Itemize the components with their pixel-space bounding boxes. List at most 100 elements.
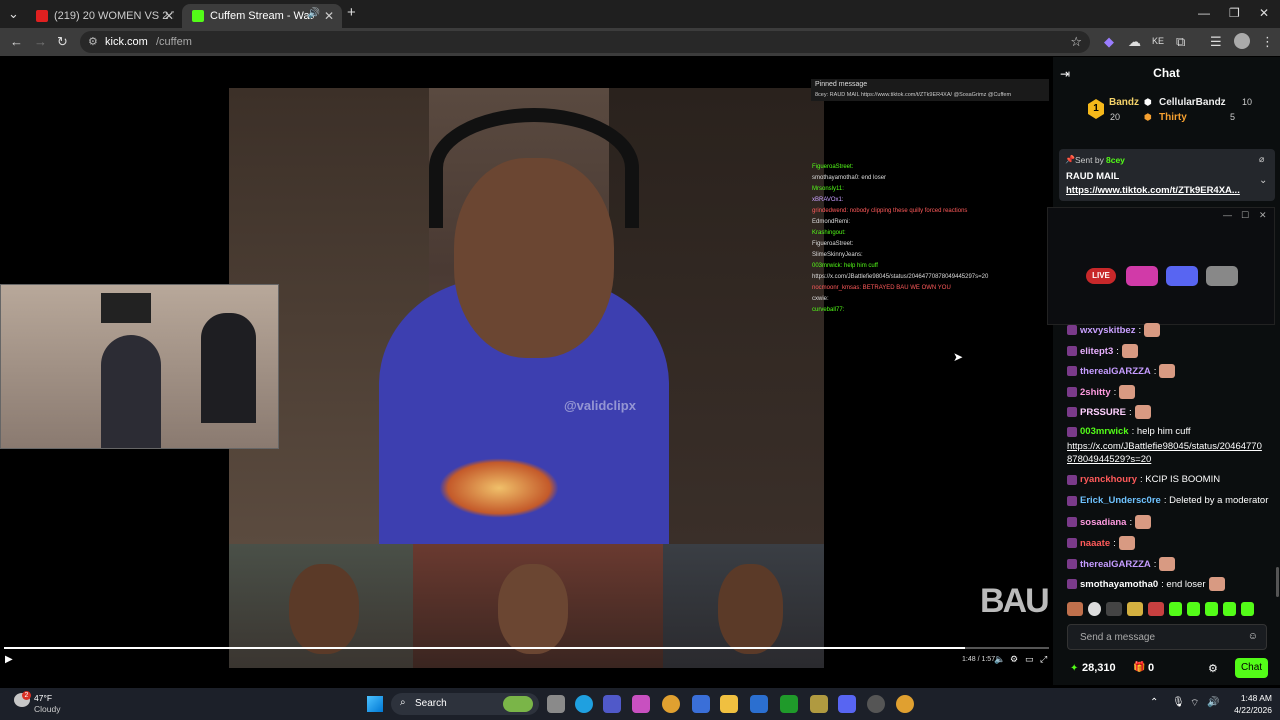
chat-message[interactable]: therealGARZZA: [1067,557,1176,571]
chat-username[interactable]: therealGARZZA [1080,559,1151,570]
extension-ke-icon[interactable]: KE [1152,36,1164,46]
chat-username[interactable]: elitept3 [1080,346,1113,357]
bookmark-star-icon[interactable]: ☆ [1070,34,1082,50]
app-icon[interactable] [867,695,885,713]
tab-search-chevron-icon[interactable]: ⌄ [8,6,19,22]
chat-username[interactable]: 003mrwick [1080,426,1129,437]
edge-icon[interactable] [575,695,593,713]
send-chat-button[interactable]: Chat [1235,658,1268,678]
emoji-picker-icon[interactable]: ☺ [1248,631,1258,642]
chat-message[interactable]: smothayamotha0: end loser [1067,577,1225,591]
chat-message[interactable]: 87804944529?s=20 [1067,454,1151,465]
copilot-icon[interactable] [632,695,650,713]
popup-minimize-icon[interactable]: — [1223,210,1232,220]
chat-message[interactable]: therealGARZZA: [1067,364,1176,378]
maximize-window-icon[interactable]: ❐ [1229,6,1240,20]
chat-username[interactable]: sosadiana [1080,517,1126,528]
chat-username[interactable]: ryanckhoury [1080,474,1137,485]
discord-taskbar-icon[interactable] [838,695,856,713]
leaderboard-name[interactable]: Thirty [1159,112,1187,123]
chat-username[interactable]: Erick_Undersc0re [1080,495,1161,506]
chat-username[interactable]: wxvyskitbez [1080,325,1135,336]
chevron-down-icon[interactable]: ⌄ [1259,175,1267,186]
pinned-link[interactable]: https://www.tiktok.com/t/ZTk9ER4XA... [1066,185,1240,196]
reload-icon[interactable]: ↻ [57,34,68,50]
weather-temp[interactable]: 47°F [34,693,52,703]
discord-pink-icon[interactable] [1126,266,1158,286]
chat-message[interactable]: ryanckhoury: KCIP IS BOOMIN [1067,474,1220,485]
tab-kick[interactable]: Cuffem Stream - Watch Live 🔊 ✕ [182,4,342,28]
popup-maximize-icon[interactable]: ☐ [1241,210,1249,221]
chat-message[interactable]: naaate: [1067,536,1135,550]
chat-scrollbar[interactable] [1276,567,1279,597]
pinned-message-card[interactable]: 📌 Sent by 8cey ⌀ RAUD MAIL https://www.t… [1059,149,1275,201]
back-arrow-icon[interactable]: ← [10,34,23,49]
app-icon[interactable] [810,695,828,713]
chat-username[interactable]: PRSSURE [1080,407,1126,418]
profile-avatar[interactable] [1234,33,1250,49]
new-tab-button[interactable]: + [347,4,356,21]
extension-cloud-icon[interactable]: ☁ [1128,34,1141,50]
store-icon[interactable] [692,695,710,713]
clock-time[interactable]: 1:48 AM [1228,693,1272,703]
file-explorer-icon[interactable] [720,695,738,713]
app-c-icon[interactable] [750,695,768,713]
chat-message[interactable]: Erick_Undersc0re: Deleted by a moderator [1067,495,1268,506]
reading-list-icon[interactable]: ☰ [1210,34,1222,50]
teams-icon[interactable] [603,695,621,713]
chat-message[interactable]: https://x.com/JBattlefie98045/status/204… [1067,441,1262,452]
skull-emote-icon[interactable] [1088,602,1101,616]
duo-emote-icon[interactable] [1106,602,1122,616]
browser-menu-icon[interactable]: ⋮ [1261,34,1274,50]
video-player[interactable]: @validclipx Pinned message 8cey: RAUD MA… [0,57,1053,685]
chat-message[interactable]: elitept3: [1067,344,1138,358]
minimize-window-icon[interactable]: — [1198,6,1210,20]
chrome-active-icon[interactable] [896,695,914,713]
chat-message[interactable]: 003mrwick: help him cuff [1067,426,1191,437]
tab-close-icon[interactable]: ✕ [164,9,174,23]
popup-close-icon[interactable]: ✕ [1259,210,1267,221]
green-emote-icon[interactable] [1241,602,1254,616]
extensions-puzzle-icon[interactable]: ⧉ [1176,34,1185,50]
xbox-icon[interactable] [780,695,798,713]
site-info-icon[interactable]: ⚙ [88,35,98,48]
green-emote-icon[interactable] [1169,602,1182,616]
progress-track[interactable] [4,647,1049,649]
volume-tray-icon[interactable]: 🔊 [1207,697,1219,708]
task-view-icon[interactable] [547,695,565,713]
pinned-sender[interactable]: 8cey [1106,155,1125,165]
settings-gear-icon[interactable]: ⚙ [1010,654,1018,665]
play-button[interactable]: ▶ [5,654,13,665]
chat-settings-gear-icon[interactable]: ⚙ [1208,662,1218,675]
leaderboard-name[interactable]: CellularBandz [1159,97,1226,108]
discord-icon[interactable] [1166,266,1198,286]
emote-icon[interactable] [1148,602,1164,616]
wifi-icon[interactable]: ⌔ [1190,697,1199,710]
chat-message[interactable]: PRSSURE: [1067,405,1151,419]
green-emote-icon[interactable] [1205,602,1218,616]
points-value[interactable]: 28,310 [1082,662,1116,674]
address-bar[interactable]: ⚙ kick.com /cuffem ☆ [80,31,1090,53]
chat-username[interactable]: therealGARZZA [1080,366,1151,377]
tab-close-icon[interactable]: ✕ [324,9,334,23]
green-emote-icon[interactable] [1187,602,1200,616]
chat-input[interactable]: Send a message ☺ [1067,624,1267,650]
chat-message[interactable]: wxvyskitbez: [1067,323,1161,337]
chat-username[interactable]: naaate [1080,538,1110,549]
chrome-icon[interactable] [662,695,680,713]
taskbar-search[interactable]: ⌕ Search [391,693,539,715]
emote-icon[interactable] [1067,602,1083,616]
forward-arrow-icon[interactable]: → [34,34,47,49]
green-emote-icon[interactable] [1223,602,1236,616]
fullscreen-icon[interactable]: ⤢ [1040,654,1047,665]
gift-icon[interactable]: 🎁 [1133,662,1145,673]
microphone-icon[interactable]: 🎙 [1172,697,1185,708]
chat-username[interactable]: smothayamotha0 [1080,579,1158,590]
bang-emote-icon[interactable] [1127,602,1143,616]
tray-chevron-icon[interactable]: ⌃ [1150,697,1158,708]
leaderboard-name[interactable]: Bandz [1109,97,1139,108]
chat-username[interactable]: 2shitty [1080,387,1111,398]
close-window-icon[interactable]: ✕ [1259,6,1269,20]
chat-message[interactable]: 2shitty: [1067,385,1136,399]
windows-start-icon[interactable] [367,696,383,712]
